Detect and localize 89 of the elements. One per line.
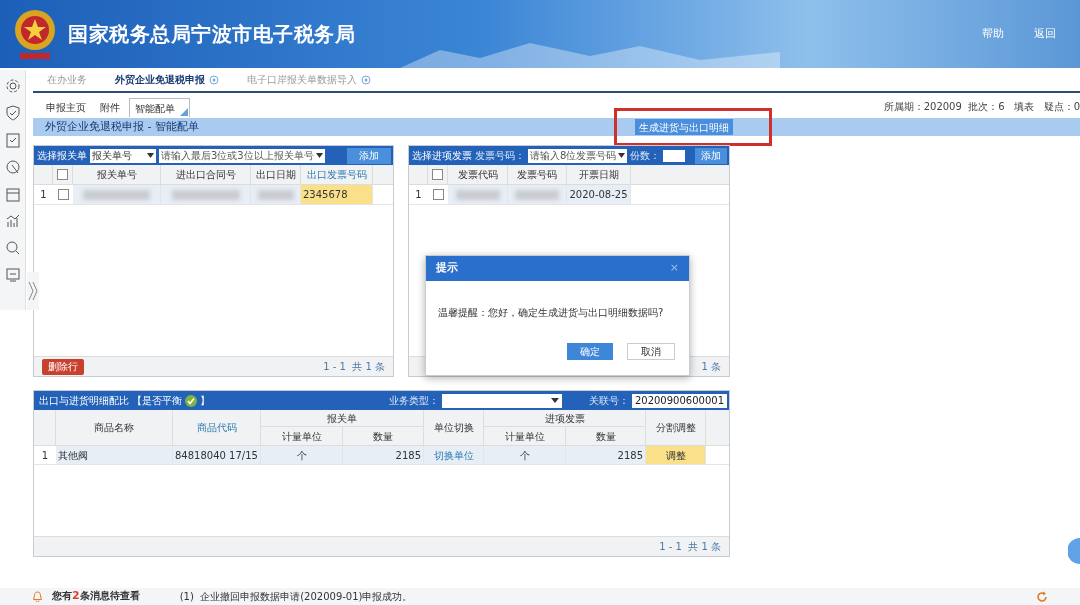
caret-icon [147,153,154,158]
table-cell: 2185 [566,446,646,464]
expand-handle-icon[interactable] [27,272,39,310]
adjust-link[interactable]: 调整 [646,446,706,464]
field-label: 发票号码： [475,149,525,163]
panel-title: 出口与进货明细配比 【是否平衡 [39,394,183,408]
caret-icon [550,398,559,403]
column-header: 报关单号 [73,165,161,184]
delete-row-button[interactable]: 删除行 [42,358,84,375]
row-number: 1 [40,448,50,463]
table-cell: 个 [261,446,343,464]
pager: 1 - 1 共 1 条 [323,360,385,374]
close-icon[interactable] [361,74,371,85]
business-type-select[interactable] [441,393,562,408]
bell-icon [32,591,43,602]
column-header: 数量 [343,427,424,445]
close-icon[interactable] [209,74,219,85]
column-header: 商品代码 [173,410,261,445]
caret-icon [618,153,626,158]
table-cell: 84818040 17/15 [173,446,261,464]
checkbox[interactable] [432,169,443,180]
row-number: 1 [39,188,48,202]
column-header: 发票号码 [508,165,567,184]
table-cell: 2345678 [301,185,373,204]
column-header: 进出口合同号 [161,165,251,184]
status-message: (1) 企业撤回申报数据申请(202009-01)申报成功。 [179,590,413,604]
field-label: 业务类型： [388,394,439,408]
table-cell: 个 [484,446,566,464]
column-group-header: 进项发票 [484,410,646,427]
column-header: 出口日期 [251,165,301,184]
site-title: 国家税务总局宁波市电子税务局 [68,21,355,48]
column-header: 出口发票号码 [301,165,373,184]
table-cell: 其他阀 [56,446,173,464]
panel-title-end: 】 [200,394,211,408]
invoice-number-field[interactable]: 请输入8位发票号码 [528,148,628,163]
count-field[interactable] [663,149,686,162]
panel-title: 选择报关单 [37,149,87,163]
table-cell: 2185 [343,446,424,464]
chart-icon[interactable] [4,213,21,229]
column-header: 分割调整 [646,410,706,445]
column-group-header: 报关单 [261,410,424,427]
clipboard-icon[interactable] [4,132,21,148]
subtab[interactable]: 附件 [95,98,125,117]
floating-bubble-icon[interactable] [1068,538,1080,564]
field-label: 份数： [630,149,661,163]
type-select[interactable]: 报关单号 [90,148,156,163]
checkbox[interactable] [57,189,69,200]
redacted-block [515,189,559,200]
column-header: 发票代码 [448,165,508,184]
search-icon[interactable] [4,240,21,256]
refresh-icon[interactable] [1036,590,1048,603]
redacted-block [257,189,294,200]
subtab[interactable]: 智能配单 [129,98,190,117]
redacted-block [83,189,150,200]
pointer-icon[interactable] [4,159,21,175]
panel-title: 选择进项发票 [412,149,472,163]
search-field[interactable]: 请输入最后3位或3位以上报关单号 [159,148,325,163]
switch-unit-link[interactable]: 切换单位 [424,446,484,464]
column-header: 计量单位 [261,427,343,445]
gear-icon[interactable] [4,78,21,94]
column-header: 数量 [566,427,646,445]
notice-text[interactable]: 您有2条消息待查看 [52,588,140,605]
column-header: 商品名称 [56,410,173,445]
pager: 1 - 1 共 1 条 [659,540,721,554]
dialog-message: 温馨提醒：您好，确定生成进货与出口明细数据吗? [438,306,665,320]
table-cell: 2020-08-25 [567,185,631,204]
redacted-block [171,189,240,200]
confirm-button[interactable]: 确定 [567,343,613,360]
caret-icon [316,153,323,158]
calendar-icon[interactable] [4,186,21,202]
monitor-icon[interactable] [4,267,21,283]
link-number-field[interactable]: 20200900600001 [631,393,727,408]
checkbox[interactable] [432,189,444,200]
shield-icon[interactable] [4,105,21,121]
period-info: 所属期：202009 批次：6 填表 疑点：0 [883,100,1080,114]
column-header: 单位切换 [424,410,484,445]
redacted-block [455,189,500,200]
subtab[interactable]: 申报主页 [41,98,91,117]
column-header: 开票日期 [567,165,631,184]
corner-icon [180,108,188,116]
checkbox[interactable] [57,169,68,180]
dialog-title: 提示 [436,260,458,277]
section-title: 外贸企业免退税申报 - 智能配单 [45,118,199,135]
cancel-button[interactable]: 取消 [627,343,675,360]
column-header: 计量单位 [484,427,566,445]
row-number: 1 [414,188,423,202]
field-label: 关联号： [588,394,629,408]
tab[interactable]: 外贸企业免退税申报 [115,72,219,87]
pager: 1 条 [701,360,721,374]
